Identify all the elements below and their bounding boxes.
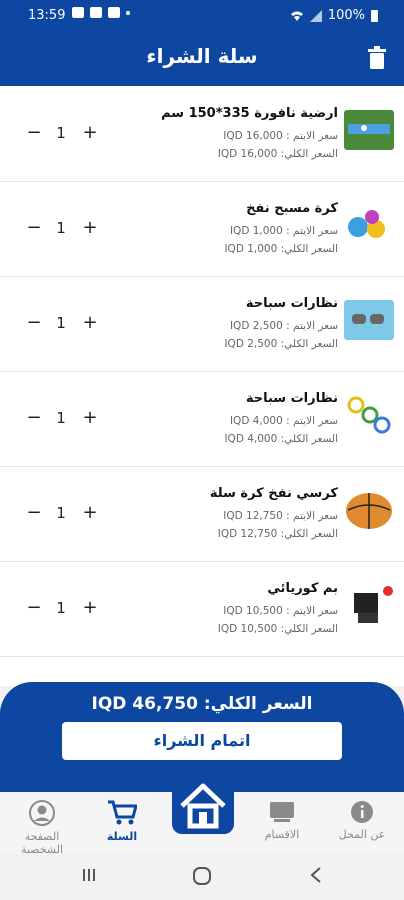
increase-button[interactable]: + [80, 217, 100, 238]
quantity-stepper: − 1 + [24, 407, 104, 429]
photo-icon [90, 7, 102, 18]
decrease-button[interactable]: − [24, 217, 44, 238]
dot-icon [126, 10, 130, 15]
item-name: نظارات سباحة [245, 296, 338, 311]
decrease-button[interactable]: − [24, 597, 44, 618]
status-bar: 13:59 100% [0, 0, 404, 32]
status-time: 13:59 [28, 8, 66, 23]
item-total-price: السعر الكلي: IQD 16,000 [217, 148, 338, 160]
decrease-button[interactable]: − [24, 407, 44, 428]
quantity-value: 1 [56, 409, 66, 427]
cart-item: كرة مسبح نفخ سعر الايتم : IQD 1,000 السع… [0, 181, 404, 277]
battery-icon [371, 9, 378, 22]
product-image [344, 395, 394, 435]
nav-item-categories[interactable]: الاقسام [242, 800, 322, 841]
item-unit-price: سعر الايتم : IQD 1,000 [229, 225, 338, 237]
item-name: نظارات سباحة [245, 391, 338, 406]
increase-button[interactable]: + [80, 312, 100, 333]
item-total-price: السعر الكلي: IQD 1,000 [224, 243, 338, 255]
item-unit-price: سعر الايتم : IQD 10,500 [223, 605, 338, 617]
item-unit-price: سعر الايتم : IQD 2,500 [229, 320, 338, 332]
item-total-price: السعر الكلي: IQD 12,750 [217, 528, 338, 540]
info-icon [351, 801, 373, 823]
cart-list: ارضية نافورة 335*150 سم سعر الايتم : IQD… [0, 86, 404, 686]
cart-total: السعر الكلي: IQD 46,750 [91, 694, 313, 714]
item-name: كرة مسبح نفخ [246, 201, 338, 216]
item-unit-price: سعر الايتم : IQD 16,000 [223, 130, 338, 142]
quantity-stepper: − 1 + [24, 312, 104, 334]
item-total-price: السعر الكلي: IQD 2,500 [224, 338, 338, 350]
item-total-price: السعر الكلي: IQD 4,000 [224, 433, 338, 445]
nav-label: الاقسام [264, 828, 300, 841]
increase-button[interactable]: + [80, 502, 100, 523]
nav-label: عن المحل [338, 828, 386, 841]
system-nav [0, 854, 404, 900]
nav-label: الصفحة الشخصية [20, 830, 64, 856]
back-icon[interactable] [308, 866, 324, 884]
cart-item: ارضية نافورة 335*150 سم سعر الايتم : IQD… [0, 86, 404, 182]
battery-percent: 100% [327, 8, 365, 23]
product-image [344, 110, 394, 150]
nav-label: السلة [106, 830, 138, 843]
image-icon [72, 7, 84, 18]
nav-item-cart[interactable]: السلة [82, 800, 162, 843]
item-total-price: السعر الكلي: IQD 10,500 [217, 623, 338, 635]
quantity-value: 1 [56, 124, 66, 142]
increase-button[interactable]: + [80, 407, 100, 428]
profile-icon [29, 800, 55, 826]
cart-item: بم كوريائي سعر الايتم : IQD 10,500 السعر… [0, 561, 404, 657]
bottom-nav: عن المحل الاقسام السلة الصفحة الشخصية [0, 778, 404, 856]
item-unit-price: سعر الايتم : IQD 4,000 [229, 415, 338, 427]
cart-item: كرسي نفخ كرة سلة سعر الايتم : IQD 12,750… [0, 466, 404, 562]
quantity-value: 1 [56, 599, 66, 617]
message-icon [108, 7, 120, 18]
checkout-button[interactable]: اتمام الشراء [62, 722, 342, 760]
item-name: ارضية نافورة 335*150 سم [161, 106, 338, 121]
item-name: كرسي نفخ كرة سلة [209, 486, 338, 501]
cart-item: نظارات سباحة سعر الايتم : IQD 4,000 السع… [0, 371, 404, 467]
quantity-stepper: − 1 + [24, 502, 104, 524]
product-image [344, 300, 394, 340]
recents-icon[interactable] [80, 866, 98, 884]
nav-item-about[interactable]: عن المحل [322, 800, 402, 841]
item-unit-price: سعر الايتم : IQD 12,750 [223, 510, 338, 522]
quantity-value: 1 [56, 314, 66, 332]
signal-icon [309, 9, 322, 22]
increase-button[interactable]: + [80, 122, 100, 143]
decrease-button[interactable]: − [24, 122, 44, 143]
home-system-icon[interactable] [192, 866, 212, 886]
wifi-icon [290, 11, 303, 21]
home-icon [180, 783, 226, 829]
product-image [344, 490, 394, 530]
notification-icons [72, 7, 130, 18]
increase-button[interactable]: + [80, 597, 100, 618]
app-bar: سلة الشراء [0, 32, 404, 86]
product-image [344, 585, 394, 625]
trash-icon[interactable] [366, 46, 388, 70]
nav-item-home[interactable] [172, 778, 234, 834]
quantity-stepper: − 1 + [24, 122, 104, 144]
product-image [344, 205, 394, 245]
categories-icon [270, 802, 294, 822]
page-title: سلة الشراء [146, 44, 258, 68]
quantity-value: 1 [56, 504, 66, 522]
quantity-value: 1 [56, 219, 66, 237]
checkout-panel: السعر الكلي: IQD 46,750 اتمام الشراء [0, 682, 404, 792]
cart-icon [108, 800, 137, 825]
nav-item-profile[interactable]: الصفحة الشخصية [2, 800, 82, 856]
item-name: بم كوريائي [267, 581, 338, 596]
decrease-button[interactable]: − [24, 312, 44, 333]
cart-item: نظارات سباحة سعر الايتم : IQD 2,500 السع… [0, 276, 404, 372]
quantity-stepper: − 1 + [24, 217, 104, 239]
quantity-stepper: − 1 + [24, 597, 104, 619]
decrease-button[interactable]: − [24, 502, 44, 523]
